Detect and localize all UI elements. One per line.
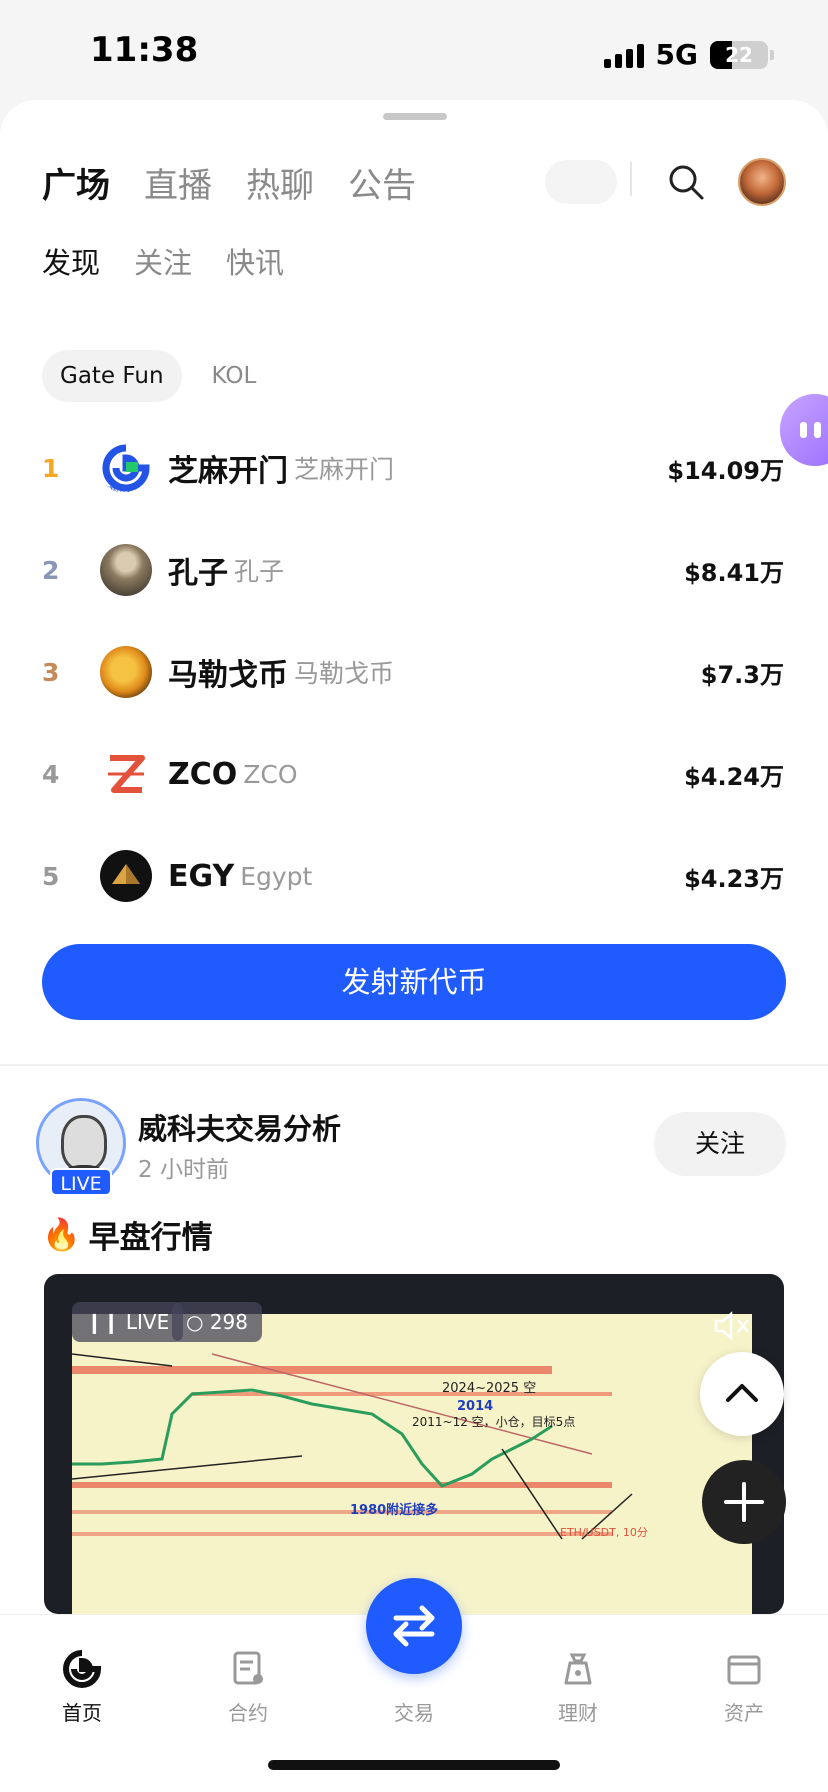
token-row[interactable]: 3 马勒戈币 马勒戈币 $7.3万 xyxy=(0,632,828,712)
chevron-up-icon xyxy=(726,1384,758,1402)
battery-icon: 22 xyxy=(710,40,774,69)
token-name: ZCO xyxy=(168,756,238,792)
viewer-count-value: 298 xyxy=(209,1310,248,1334)
blurred-widget[interactable] xyxy=(545,160,617,204)
token-name: EGY xyxy=(168,858,235,894)
token-name: 芝麻开门 xyxy=(168,454,288,489)
sheet-grabber[interactable] xyxy=(383,113,447,120)
chart-label-2014: 2014 xyxy=(457,1399,493,1414)
divider xyxy=(630,162,632,196)
live-badge: LIVE xyxy=(50,1168,112,1196)
status-time: 11:38 xyxy=(90,30,199,70)
section-divider xyxy=(0,1064,828,1066)
token-logo xyxy=(100,646,152,698)
nav-home[interactable]: 首页 xyxy=(22,1637,142,1726)
candlestick-chart-image: 2024~2025 空 2014 2011~12 空，小仓，目标5点 1980附… xyxy=(71,1353,648,1540)
trade-button[interactable] xyxy=(366,1578,462,1674)
swap-arrows-icon xyxy=(393,1605,435,1647)
chip-kol[interactable]: KOL xyxy=(208,350,261,402)
token-value: $4.24万 xyxy=(684,762,784,791)
token-row[interactable]: 5 EGY Egypt $4.23万 xyxy=(0,836,828,916)
chart-label-eth: ETH/USDT, 10分 xyxy=(560,1526,648,1539)
post-author[interactable]: 威科夫交易分析 xyxy=(138,1106,341,1148)
chart-label-2011: 2011~12 空，小仓，目标5点 xyxy=(412,1415,575,1429)
token-row[interactable]: 2 孔子 孔子 $8.41万 xyxy=(0,530,828,610)
token-rank: 4 xyxy=(42,759,60,789)
token-rank: 2 xyxy=(42,555,60,585)
nav-home-label: 首页 xyxy=(62,1701,102,1725)
tab-live[interactable]: 直播 xyxy=(144,158,212,207)
token-logo-caption: 芝麻开门 xyxy=(102,485,130,493)
token-subname: 芝麻开门 xyxy=(294,455,395,484)
tab-announcement[interactable]: 公告 xyxy=(348,158,416,207)
token-row[interactable]: 1 芝麻开门 芝麻开门 芝麻开门 $14.09万 xyxy=(0,428,828,508)
nav-assets-label: 资产 xyxy=(724,1701,764,1725)
nav-futures[interactable]: 合约 xyxy=(188,1637,308,1726)
tab-hot-chat[interactable]: 热聊 xyxy=(246,158,314,207)
chart-label-1980: 1980附近接多 xyxy=(350,1502,438,1518)
token-rank: 1 xyxy=(42,453,60,483)
post-title-text: 早盘行情 xyxy=(88,1220,213,1256)
chip-gate-fun[interactable]: Gate Fun xyxy=(42,350,182,402)
post-title: 🔥 早盘行情 xyxy=(42,1212,213,1257)
token-value: $8.41万 xyxy=(684,558,784,587)
contract-icon xyxy=(228,1649,268,1689)
subtab-following[interactable]: 关注 xyxy=(134,240,192,282)
live-indicator: ❙❙ LIVE xyxy=(72,1302,184,1342)
nav-earn[interactable]: 理财 xyxy=(518,1637,638,1726)
post-time: 2 小时前 xyxy=(138,1157,229,1183)
wallet-icon xyxy=(724,1649,764,1689)
subtab-news[interactable]: 快讯 xyxy=(226,240,284,282)
token-subname: 孔子 xyxy=(234,557,285,586)
token-subname: Egypt xyxy=(240,861,313,891)
create-post-button[interactable] xyxy=(702,1460,786,1544)
wealth-bag-icon xyxy=(558,1649,598,1689)
token-logo xyxy=(100,850,152,902)
nav-trade-label: 交易 xyxy=(394,1701,434,1725)
top-tabs: 广场 直播 热聊 公告 xyxy=(42,158,416,207)
live-chip-text: LIVE xyxy=(125,1310,170,1334)
filter-chips: Gate Fun KOL xyxy=(42,350,260,402)
nav-assets[interactable]: 资产 xyxy=(684,1637,804,1726)
home-logo-icon xyxy=(62,1649,102,1689)
token-rank: 3 xyxy=(42,657,60,687)
live-bars-icon: ❙❙ xyxy=(86,1310,126,1334)
token-row[interactable]: 4 ZCO ZCO $4.24万 xyxy=(0,734,828,814)
token-logo: 芝麻开门 xyxy=(100,442,152,494)
sub-tabs: 发现 关注 快讯 xyxy=(42,240,284,282)
mute-icon[interactable] xyxy=(712,1308,752,1344)
token-value: $4.23万 xyxy=(684,864,784,893)
token-subname: ZCO xyxy=(243,759,298,789)
user-avatar[interactable] xyxy=(738,158,786,206)
fire-icon: 🔥 xyxy=(42,1217,81,1253)
follow-button[interactable]: 关注 xyxy=(654,1112,786,1176)
flame-icon: ○ xyxy=(186,1310,210,1334)
launch-token-button[interactable]: 发射新代币 xyxy=(42,944,786,1020)
search-icon[interactable] xyxy=(666,162,706,202)
chart-label-2024-2025: 2024~2025 空 xyxy=(442,1381,536,1396)
nav-futures-label: 合约 xyxy=(228,1701,268,1725)
tab-square[interactable]: 广场 xyxy=(42,158,110,207)
battery-level: 22 xyxy=(725,42,753,67)
token-value: $7.3万 xyxy=(700,660,784,689)
subtab-discover[interactable]: 发现 xyxy=(42,240,100,282)
token-value: $14.09万 xyxy=(667,456,784,485)
status-indicators: 5G 22 xyxy=(603,38,774,71)
token-rank: 5 xyxy=(42,861,60,891)
network-type: 5G xyxy=(655,38,698,71)
token-name: 孔子 xyxy=(168,556,228,591)
token-subname: 马勒戈币 xyxy=(294,659,395,688)
token-logo xyxy=(100,748,152,800)
viewer-count: ○ 298 xyxy=(172,1302,262,1342)
nav-earn-label: 理财 xyxy=(558,1701,598,1725)
signal-icon xyxy=(603,42,644,68)
chart-screenshot: 2024~2025 空 2014 2011~12 空，小仓，目标5点 1980附… xyxy=(71,1314,752,1614)
plus-icon xyxy=(724,1482,764,1522)
token-name: 马勒戈币 xyxy=(168,658,288,693)
scroll-top-button[interactable] xyxy=(700,1352,784,1436)
token-logo xyxy=(100,544,152,596)
home-indicator xyxy=(268,1760,560,1770)
